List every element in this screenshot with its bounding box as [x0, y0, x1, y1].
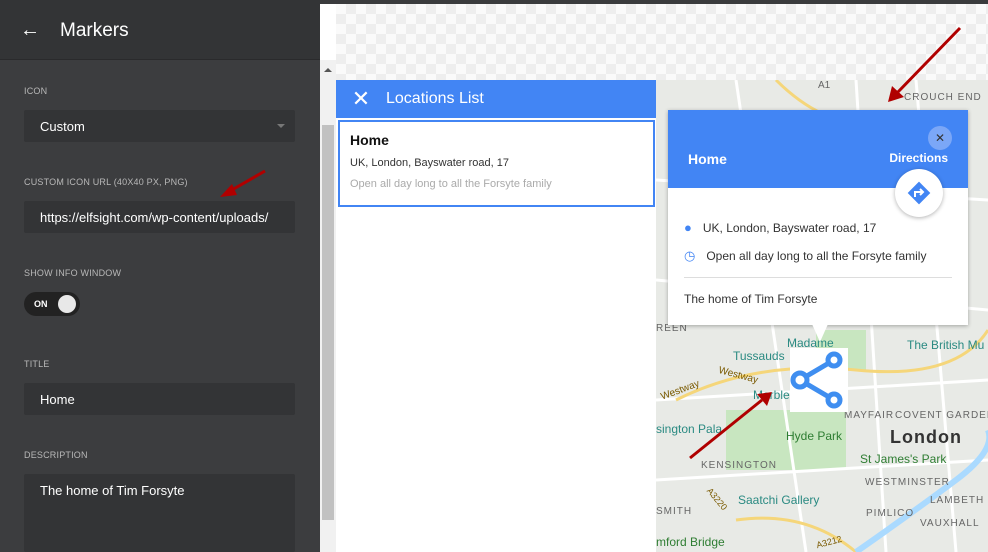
locations-header: ✕ Locations List: [336, 80, 656, 118]
settings-panel: ← Markers ICON Custom CUSTOM ICON URL (4…: [0, 0, 320, 552]
location-pin-icon: ●: [684, 220, 692, 235]
map-label: mford Bridge: [656, 535, 725, 549]
info-window: Home Directions ✕ ● UK, London, Bayswater…: [668, 110, 968, 325]
clock-icon: ◷: [684, 248, 696, 263]
map-label: sington Pala: [656, 422, 723, 436]
directions-icon: [907, 181, 931, 205]
page-title: Markers: [60, 19, 129, 41]
location-name: Home: [350, 132, 389, 148]
toggle-knob: [58, 295, 76, 313]
map-label: VAUXHALL: [920, 518, 980, 529]
info-window-title: Home: [688, 151, 727, 167]
locations-list: ✕ Locations List Home UK, London, Bayswat…: [336, 80, 656, 552]
map-label: Marble: [753, 388, 790, 402]
info-hours: Open all day long to all the Forsyte fam…: [706, 249, 927, 263]
map-label: PIMLICO: [866, 508, 915, 519]
url-label: CUSTOM ICON URL (40X40 PX, PNG): [24, 177, 188, 187]
info-description: The home of Tim Forsyte: [684, 292, 818, 306]
info-hours-row: ◷ Open all day long to all the Forsyte fa…: [684, 248, 926, 264]
info-window-label: SHOW INFO WINDOW: [24, 268, 122, 278]
location-address: UK, London, Bayswater road, 17: [350, 157, 509, 169]
location-hours: Open all day long to all the Forsyte fam…: [350, 178, 552, 190]
info-address: UK, London, Bayswater road, 17: [702, 220, 877, 235]
map-label: MAYFAIR: [844, 410, 895, 421]
map-label: St James's Park: [860, 452, 947, 466]
map-label: KENSINGTON: [701, 460, 777, 471]
scrollbar-thumb[interactable]: [322, 125, 334, 520]
toggle-text: ON: [34, 299, 48, 309]
panel-header: ← Markers: [0, 0, 320, 60]
info-address-row: ● UK, London, Bayswater road, 17: [684, 220, 876, 235]
custom-marker[interactable]: [790, 348, 848, 412]
map-label: Saatchi Gallery: [738, 493, 820, 507]
share-icon: [790, 351, 843, 409]
close-icon[interactable]: ✕: [336, 86, 386, 112]
divider: [684, 277, 952, 278]
directions-button[interactable]: [895, 169, 943, 217]
locations-title: Locations List: [386, 90, 484, 107]
description-label: DESCRIPTION: [24, 450, 88, 460]
icon-label: ICON: [24, 86, 48, 96]
map-label: A1: [818, 80, 831, 91]
transparent-background: [336, 4, 988, 80]
map-label: WESTMINSTER: [865, 477, 950, 488]
info-window-toggle[interactable]: ON: [24, 292, 80, 316]
map-label: London: [890, 427, 962, 447]
icon-select-value: Custom: [40, 119, 85, 134]
map-label: Tussauds: [733, 349, 785, 363]
chevron-down-icon: [277, 124, 285, 132]
map-label: LAMBETH: [930, 495, 985, 506]
description-textarea[interactable]: The home of Tim Forsyte: [24, 474, 295, 552]
map-label: COVENT GARDEN: [895, 410, 988, 421]
info-window-pointer: [812, 324, 828, 342]
scrollbar[interactable]: [320, 60, 336, 552]
map-label: CROUCH END: [904, 92, 982, 103]
list-item[interactable]: Home UK, London, Bayswater road, 17 Open…: [338, 120, 655, 207]
map-label: Hyde Park: [786, 429, 843, 443]
title-label: TITLE: [24, 359, 50, 369]
close-icon[interactable]: ✕: [928, 126, 952, 150]
title-input[interactable]: Home: [24, 383, 295, 415]
icon-select[interactable]: Custom: [24, 110, 295, 142]
custom-icon-url-input[interactable]: https://elfsight.com/wp-content/uploads/: [24, 201, 295, 233]
directions-link[interactable]: Directions: [889, 151, 948, 165]
map-label: The British Mu: [907, 338, 985, 352]
arrow-left-icon[interactable]: ←: [0, 19, 60, 42]
scroll-up-icon[interactable]: [324, 64, 332, 72]
map-label: SMITH: [656, 506, 693, 517]
